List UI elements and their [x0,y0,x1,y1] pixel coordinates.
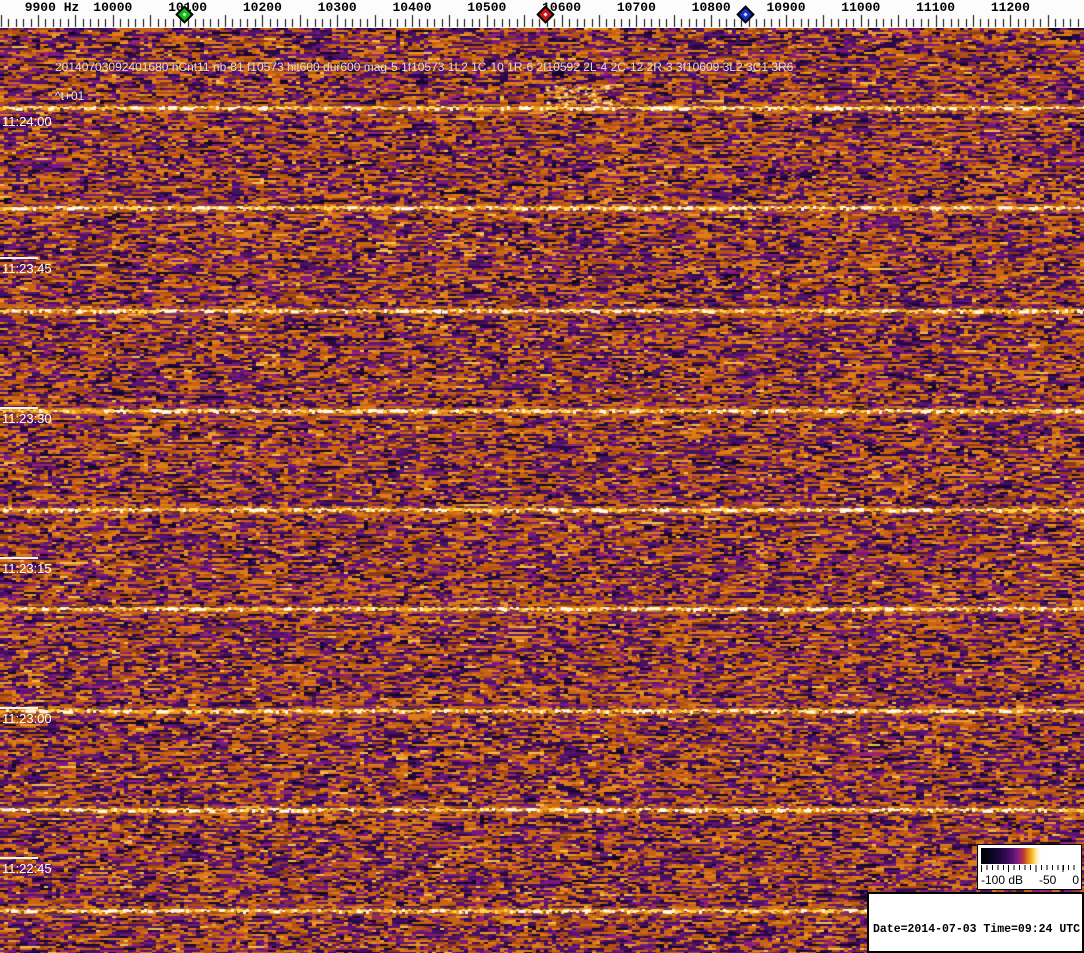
freq-tick-label: 10800 [691,0,731,15]
time-tick [0,557,38,559]
color-scale-ticks [981,865,1078,872]
time-label: 11:22:45 [2,861,52,876]
freq-tick-label: 11200 [990,0,1030,15]
freq-tick-label: 9900 Hz [24,0,80,15]
color-scale-labels: -100 dB -50 0 [981,873,1079,887]
time-label: 11:23:15 [2,561,52,576]
time-tick [0,407,38,409]
freq-tick-label: 10300 [317,0,357,15]
color-scale-gradient [981,848,1078,864]
color-scale-legend: -100 dB -50 0 [977,844,1082,890]
marker-green-core [182,12,187,17]
freq-tick-label: 11100 [916,0,956,15]
time-tick [0,257,38,259]
waterfall-display[interactable] [0,28,1084,953]
time-label: 11:23:45 [2,261,52,276]
spectrogram-app: 9900 Hz100001010010200103001040010500106… [0,0,1084,953]
time-label: 11:23:00 [2,711,52,726]
frequency-scale: 9900 Hz100001010010200103001040010500106… [0,0,1084,28]
info-date-time: Date=2014-07-03 Time=09:24 UTC [873,923,1081,936]
time-tick [0,707,38,709]
colorbar-mid-label: -50 [1039,873,1057,887]
freq-tick-label: 10700 [616,0,656,15]
freq-tick-label: 10000 [93,0,133,15]
time-label: 11:24:00 [2,114,52,129]
colorbar-min-label: -100 dB [981,873,1024,887]
marker-red-core [543,12,548,17]
observation-info-box: Date=2014-07-03 Time=09:24 UTC Freq=143 … [867,892,1084,953]
freq-tick-label: 10200 [242,0,282,15]
freq-tick-label: 10500 [467,0,507,15]
freq-tick-label: 10900 [766,0,806,15]
time-tick [0,857,38,859]
freq-tick-label: 11000 [841,0,881,15]
colorbar-max-label: 0 [1072,873,1079,887]
detection-result-text: 20140703092401680 hCnt11 nb-81 f10573 hi… [55,60,794,74]
cursor-time-label: ^t+01 [55,89,85,103]
marker-blue-core [743,12,748,17]
freq-tick-label: 10400 [392,0,432,15]
time-label: 11:23:30 [2,411,52,426]
